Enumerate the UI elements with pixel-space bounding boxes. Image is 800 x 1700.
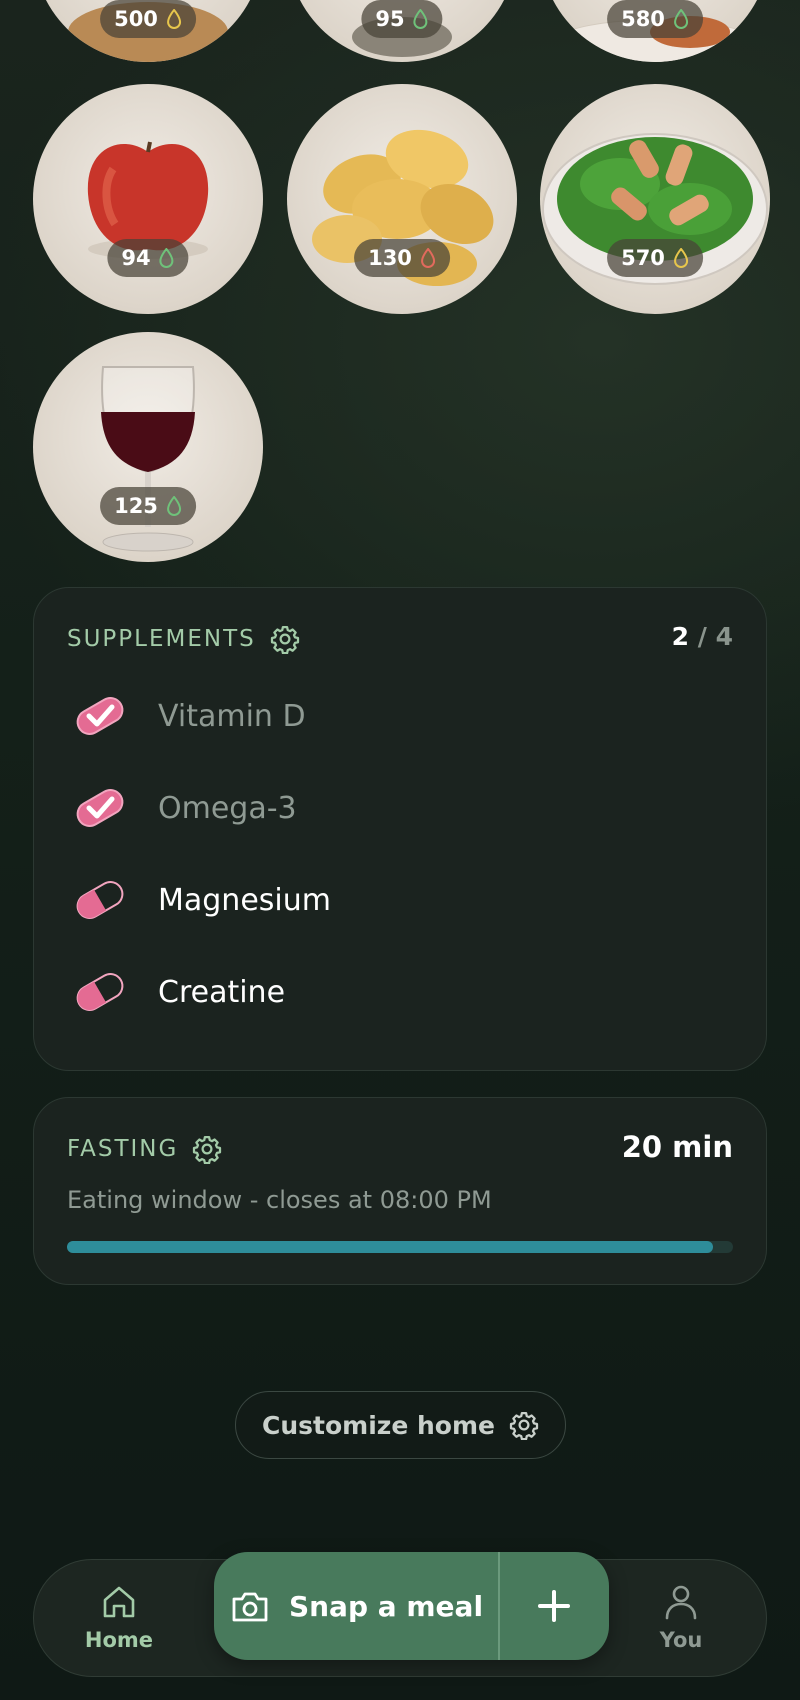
fasting-time: 20 min xyxy=(621,1130,733,1164)
fasting-title: FASTING xyxy=(67,1136,179,1162)
supplements-counter: 2 / 4 xyxy=(671,622,733,651)
supplement-label: Vitamin D xyxy=(158,698,306,734)
flame-drop-icon xyxy=(420,248,435,268)
meal-photo-salad[interactable]: 570 xyxy=(540,84,770,314)
camera-icon xyxy=(232,1592,268,1622)
meal-photo-apple[interactable]: 94 xyxy=(33,84,263,314)
customize-home-label: Customize home xyxy=(262,1410,495,1440)
gear-icon xyxy=(509,1412,539,1440)
snap-meal-button[interactable]: Snap a meal xyxy=(214,1552,498,1660)
nav-home[interactable]: Home xyxy=(59,1582,179,1652)
supplement-row-magnesium[interactable]: Magnesium xyxy=(72,872,331,928)
calorie-badge: 95 xyxy=(361,0,443,38)
calorie-badge: 500 xyxy=(100,0,196,38)
supplement-row-omega-3[interactable]: Omega-3 xyxy=(72,780,297,836)
flame-drop-icon xyxy=(673,9,688,29)
fasting-header: FASTING xyxy=(67,1134,222,1164)
nav-you[interactable]: You xyxy=(621,1582,741,1652)
apple-image xyxy=(87,141,209,259)
flame-drop-icon xyxy=(673,248,688,268)
pill-icon[interactable] xyxy=(72,964,128,1020)
calorie-badge: 94 xyxy=(107,239,189,277)
fasting-progress-fill xyxy=(67,1241,714,1253)
calorie-badge: 570 xyxy=(607,239,703,277)
supplements-title: SUPPLEMENTS xyxy=(67,626,256,652)
gear-icon[interactable] xyxy=(270,624,300,654)
flame-drop-icon xyxy=(159,248,174,268)
supplement-row-creatine[interactable]: Creatine xyxy=(72,964,285,1020)
pill-icon[interactable] xyxy=(72,872,128,928)
snap-meal-label: Snap a meal xyxy=(288,1589,484,1623)
nav-home-label: Home xyxy=(84,1628,154,1652)
supplement-label: Magnesium xyxy=(158,882,331,918)
nav-you-label: You xyxy=(659,1628,703,1652)
meal-photo-top-middle[interactable]: 95 xyxy=(287,0,517,62)
supplements-card: SUPPLEMENTS 2 / 4 Vitamin D Omega-3 Magn… xyxy=(33,587,767,1071)
gear-icon[interactable] xyxy=(192,1134,222,1164)
flame-drop-icon xyxy=(166,496,181,516)
meal-photo-top-right[interactable]: 580 xyxy=(540,0,770,62)
fasting-subtitle: Eating window - closes at 08:00 PM xyxy=(67,1186,492,1214)
plus-icon xyxy=(538,1590,571,1622)
chips-image xyxy=(312,129,494,286)
calorie-badge: 130 xyxy=(354,239,450,277)
home-icon xyxy=(103,1586,135,1618)
calorie-badge: 125 xyxy=(100,487,196,525)
flame-drop-icon xyxy=(413,9,428,29)
pill-checked-icon[interactable] xyxy=(72,688,128,744)
pill-checked-icon[interactable] xyxy=(72,780,128,836)
supplements-header: SUPPLEMENTS xyxy=(67,624,300,654)
supplement-row-vitamin-d[interactable]: Vitamin D xyxy=(72,688,306,744)
add-button[interactable] xyxy=(500,1552,610,1660)
wine-image xyxy=(101,366,195,552)
salad-image xyxy=(542,133,768,285)
meal-photo-top-left[interactable]: 500 xyxy=(33,0,263,62)
fasting-card[interactable]: FASTING 20 min Eating window - closes at… xyxy=(33,1097,767,1285)
snap-meal-button-group: Snap a meal xyxy=(214,1552,609,1660)
fasting-progress-bar xyxy=(67,1241,733,1253)
person-icon xyxy=(665,1585,697,1620)
calorie-badge: 580 xyxy=(607,0,703,38)
meal-photo-chips[interactable]: 130 xyxy=(287,84,517,314)
flame-drop-icon xyxy=(166,9,181,29)
supplement-label: Omega-3 xyxy=(158,790,297,826)
supplement-label: Creatine xyxy=(158,974,286,1010)
customize-home-button[interactable]: Customize home xyxy=(235,1391,566,1459)
meal-photo-wine[interactable]: 125 xyxy=(33,332,263,562)
